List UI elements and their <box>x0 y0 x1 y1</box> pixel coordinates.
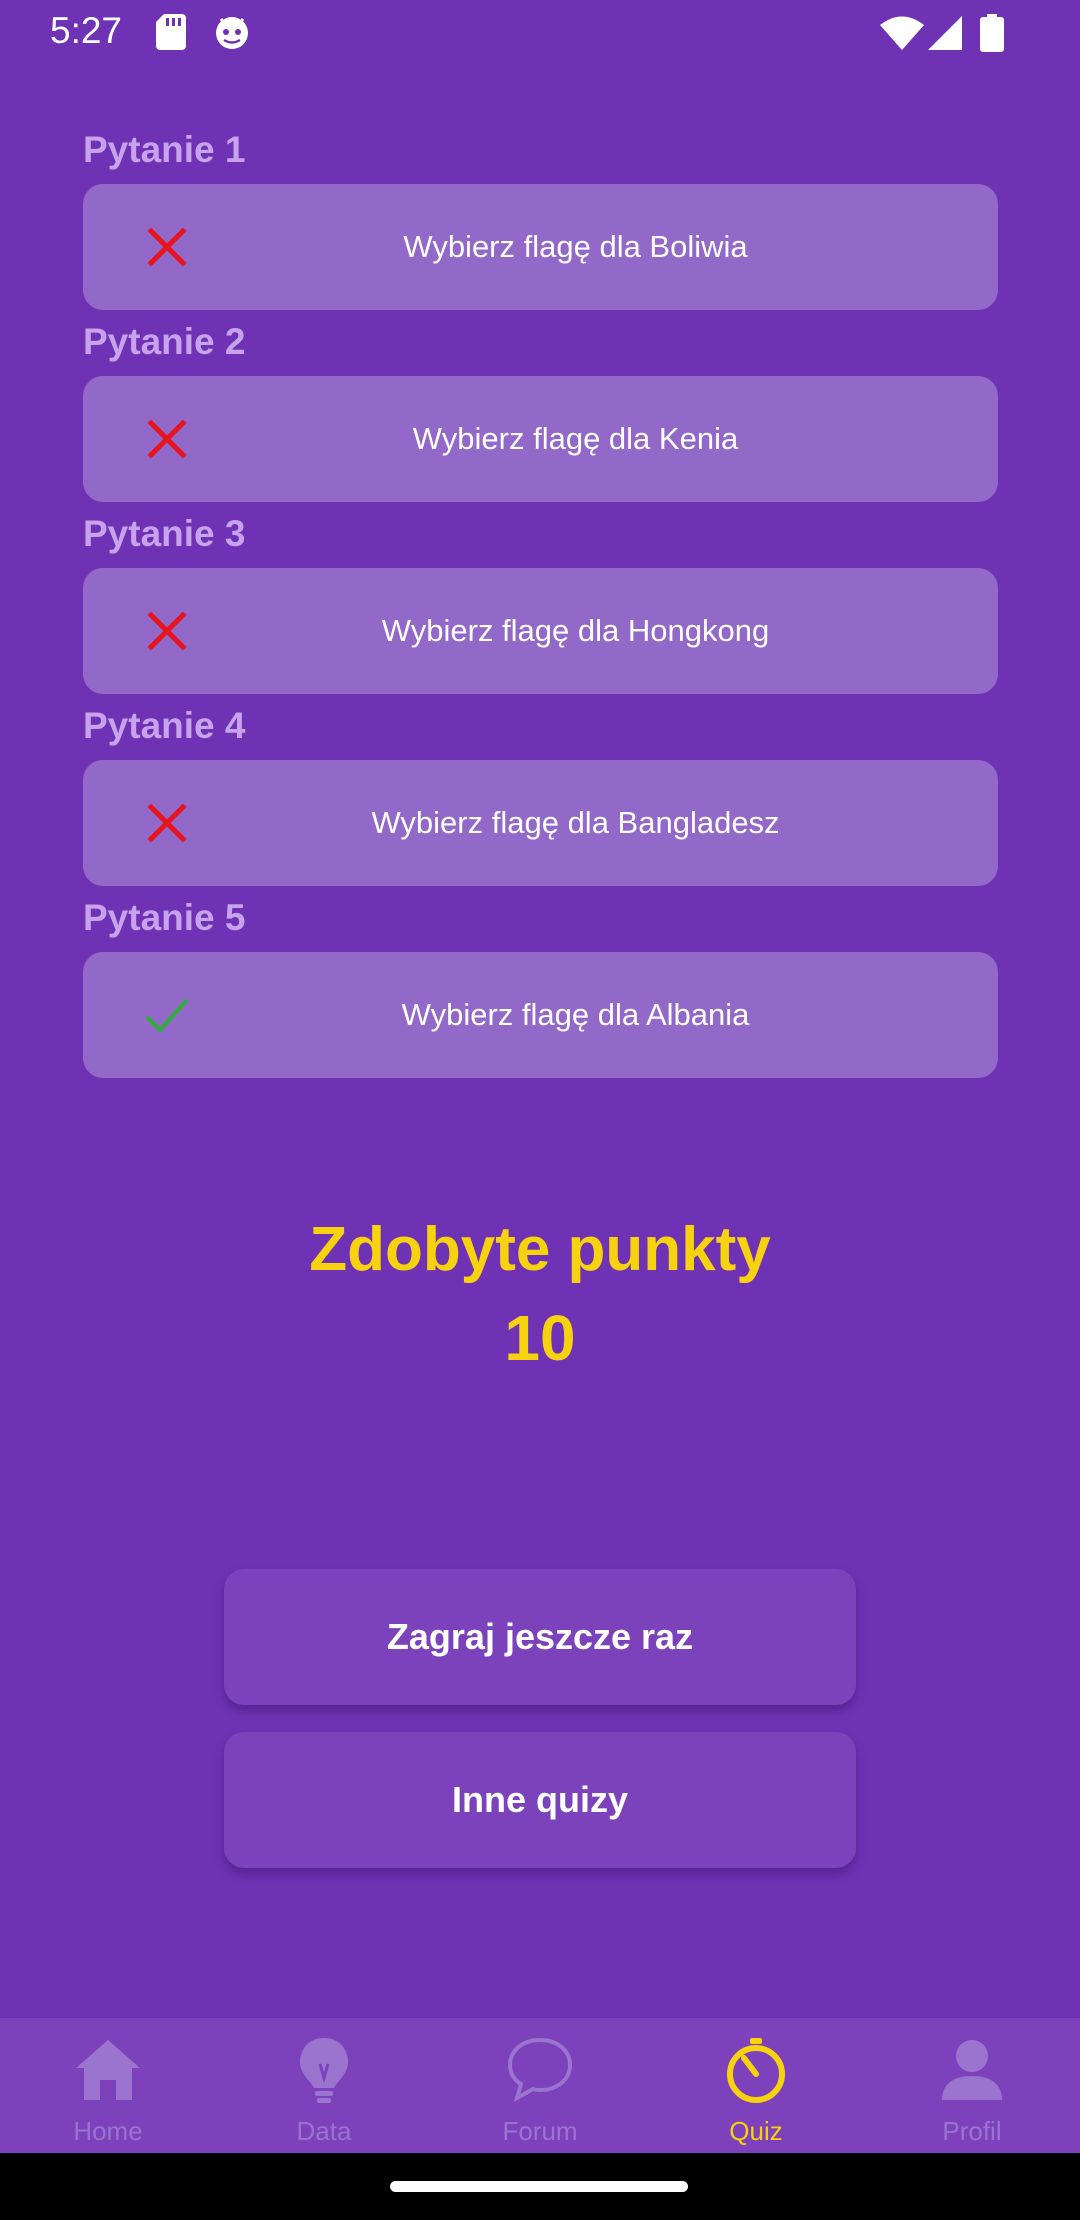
nav-label: Home <box>73 2116 143 2146</box>
close-icon <box>143 607 191 655</box>
close-icon <box>143 799 191 847</box>
wifi-icon <box>880 16 924 50</box>
score-panel: Zdobyte punkty 10 <box>0 1205 1080 1381</box>
question-item: Pytanie 3 Wybierz flagę dla Hongkong <box>83 502 998 694</box>
question-card[interactable]: Wybierz flagę dla Albania <box>83 952 998 1078</box>
check-icon <box>143 991 191 1039</box>
status-time: 5:27 <box>50 10 123 51</box>
nav-item-home[interactable]: Home <box>0 2018 216 2153</box>
question-card[interactable]: Wybierz flagę dla Bangladesz <box>83 760 998 886</box>
home-icon <box>72 2034 144 2106</box>
score-value: 10 <box>504 1302 576 1374</box>
android-debug-icon <box>214 14 250 50</box>
nav-item-forum[interactable]: Forum <box>432 2018 648 2153</box>
question-text: Wybierz flagę dla Boliwia <box>403 229 748 264</box>
question-list: Pytanie 1 Wybierz flagę dla Boliwia Pytani… <box>83 118 998 1078</box>
status-bar: 5:27 <box>0 0 1080 66</box>
question-card[interactable]: Wybierz flagę dla Kenia <box>83 376 998 502</box>
lightbulb-icon <box>288 2034 360 2106</box>
question-label: Pytanie 3 <box>83 513 246 554</box>
nav-item-quiz[interactable]: Quiz <box>648 2018 864 2153</box>
nav-label: Quiz <box>729 2116 783 2146</box>
question-label: Pytanie 1 <box>83 129 246 170</box>
person-icon <box>936 2034 1008 2106</box>
timer-icon <box>720 2034 792 2106</box>
question-item: Pytanie 5 Wybierz flagę dla Albania <box>83 886 998 1078</box>
question-card[interactable]: Wybierz flagę dla Boliwia <box>83 184 998 310</box>
chat-icon <box>504 2034 576 2106</box>
quiz-results-screen: 5:27 Pytanie 1 Wybierz flagę dla Boliwia P… <box>0 0 1080 2220</box>
nav-item-profil[interactable]: Profil <box>864 2018 1080 2153</box>
question-text: Wybierz flagę dla Albania <box>401 997 750 1032</box>
close-icon <box>143 415 191 463</box>
sd-card-icon <box>156 14 186 50</box>
question-item: Pytanie 2 Wybierz flagę dla Kenia <box>83 310 998 502</box>
nav-label: Profil <box>942 2116 1002 2146</box>
system-navigation-bar <box>0 2153 1080 2220</box>
nav-item-data[interactable]: Data <box>216 2018 432 2153</box>
question-card[interactable]: Wybierz flagę dla Hongkong <box>83 568 998 694</box>
nav-label: Data <box>296 2116 352 2146</box>
question-text: Wybierz flagę dla Hongkong <box>381 613 770 648</box>
question-label: Pytanie 2 <box>83 321 246 362</box>
score-title: Zdobyte punkty <box>309 1215 771 1284</box>
signal-icon <box>928 16 962 50</box>
nav-label: Forum <box>502 2116 578 2146</box>
question-item: Pytanie 4 Wybierz flagę dla Bangladesz <box>83 694 998 886</box>
other-quizzes-button[interactable]: Inne quizy <box>224 1732 856 1868</box>
home-gesture-handle[interactable] <box>390 2181 688 2192</box>
question-text: Wybierz flagę dla Bangladesz <box>371 805 780 840</box>
bottom-navigation: Home Data Forum Quiz Profil <box>0 2018 1080 2153</box>
battery-icon <box>980 14 1004 52</box>
play-again-button[interactable]: Zagraj jeszcze raz <box>224 1569 856 1705</box>
question-label: Pytanie 4 <box>83 705 246 746</box>
question-label: Pytanie 5 <box>83 897 246 938</box>
question-text: Wybierz flagę dla Kenia <box>412 421 739 456</box>
close-icon <box>143 223 191 271</box>
question-item: Pytanie 1 Wybierz flagę dla Boliwia <box>83 118 998 310</box>
